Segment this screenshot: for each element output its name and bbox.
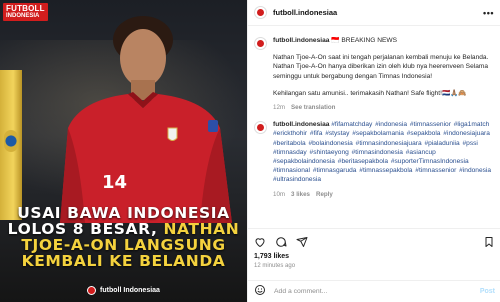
likes-count[interactable]: 1,793 likes	[254, 253, 289, 260]
logo-line1: FUTBOLL	[6, 4, 45, 13]
emoji-icon[interactable]	[254, 283, 266, 301]
reply-button[interactable]: Reply	[316, 190, 333, 199]
footer-avatar	[87, 286, 97, 295]
comment-entry: futboll.indonesiaa #fifamatchday #indone…	[254, 120, 495, 199]
comment-avatar[interactable]	[254, 121, 267, 135]
flag-emblem	[4, 130, 18, 152]
flag-icon: 🇮🇩	[331, 37, 340, 44]
caption-meta: 12m See translation	[273, 103, 495, 112]
comment-icon[interactable]	[275, 236, 287, 248]
comment-time: 10m	[273, 190, 286, 198]
headline-line4: KEMBALI KE BELANDA	[21, 252, 226, 270]
post-actions	[248, 228, 500, 250]
headline-line3: TJOE-A-ON LANGSUNG	[21, 236, 226, 254]
see-translation-button[interactable]: See translation	[291, 103, 335, 112]
caption-time: 12m	[273, 104, 286, 112]
caption-title: BREAKING NEWS	[341, 37, 398, 44]
caption-paragraph-1: Nathan Tjoe-A-On saat ini tengah perjala…	[273, 54, 489, 80]
player-photo: 14	[40, 8, 240, 223]
caption-entry: futboll.indonesiaa 🇮🇩 BREAKING NEWS Nath…	[254, 36, 495, 112]
caption-avatar[interactable]	[254, 37, 267, 50]
brand-logo: FUTBOLL INDONESIA	[3, 3, 48, 21]
send-icon[interactable]	[296, 236, 308, 248]
ellipsis-icon[interactable]: •••	[483, 8, 494, 18]
comment-username[interactable]: futboll.indonesiaa	[273, 121, 329, 128]
bookmark-icon[interactable]	[483, 236, 495, 248]
post-header: futboll.indonesiaa •••	[248, 0, 500, 26]
comment-hashtags[interactable]: #fifamatchday #indonesia #timnassenior #…	[273, 121, 491, 183]
post-side-panel: futboll.indonesiaa ••• futboll.indonesia…	[247, 0, 500, 302]
post-image[interactable]: 14 FUTBOLL INDONESIA USAI BAWA INDONESIA…	[0, 0, 247, 302]
image-headline: USAI BAWA INDONESIA LOLOS 8 BESAR, NATHA…	[0, 205, 247, 269]
heart-icon[interactable]	[254, 236, 266, 248]
logo-line2: INDONESIA	[6, 13, 40, 19]
comments-list[interactable]: futboll.indonesiaa 🇮🇩 BREAKING NEWS Nath…	[248, 28, 500, 224]
comment-likes[interactable]: 3 likes	[291, 190, 310, 199]
player-illustration: 14	[60, 16, 232, 223]
caption-username[interactable]: futboll.indonesiaa	[273, 37, 329, 44]
caption-paragraph-2: Kehilangan satu amunisi.. terimakasih Na…	[273, 89, 467, 97]
post-timestamp: 12 minutes ago	[254, 263, 296, 269]
post-button[interactable]: Post	[480, 288, 495, 295]
footer-handle: futboll Indonesiaa	[100, 287, 160, 294]
headline-line1: USAI BAWA INDONESIA	[17, 204, 230, 222]
avatar[interactable]	[254, 6, 267, 19]
image-footer: futboll Indonesiaa	[0, 286, 247, 295]
comment-meta: 10m 3 likes Reply	[273, 190, 495, 199]
header-username[interactable]: futboll.indonesiaa	[273, 8, 337, 17]
comment-input[interactable]	[274, 288, 472, 295]
add-comment-bar: Post	[248, 280, 500, 302]
jersey-number: 14	[102, 172, 127, 193]
